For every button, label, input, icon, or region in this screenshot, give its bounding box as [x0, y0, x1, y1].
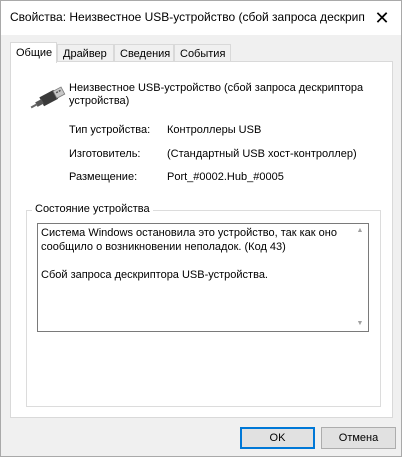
device-type-label: Тип устройства: — [69, 124, 151, 136]
tab-general[interactable]: Общие — [10, 42, 57, 63]
location-value: Port_#0002.Hub_#0005 — [167, 171, 284, 183]
tab-events[interactable]: События — [174, 44, 231, 62]
scroll-down-arrow-icon[interactable]: ▼ — [354, 319, 366, 329]
device-status-textbox[interactable]: Система Windows остановила это устройств… — [37, 223, 369, 332]
ok-button[interactable]: OK — [240, 427, 315, 449]
usb-connector-icon — [30, 86, 66, 109]
status-detail: Сбой запроса дескриптора USB-устройства. — [41, 269, 268, 281]
device-status-legend: Состояние устройства — [32, 203, 153, 215]
cancel-button[interactable]: Отмена — [321, 427, 396, 449]
device-type-value: Контроллеры USB — [167, 124, 262, 136]
close-icon[interactable]: ✕ — [371, 7, 393, 29]
scroll-up-arrow-icon[interactable]: ▲ — [354, 226, 366, 236]
device-name: Неизвестное USB-устройство (сбой запроса… — [69, 82, 364, 107]
title-bar: Свойства: Неизвестное USB-устройство (сб… — [1, 1, 401, 35]
device-status-group: Состояние устройства Система Windows ост… — [26, 203, 381, 407]
properties-dialog: Свойства: Неизвестное USB-устройство (сб… — [0, 0, 402, 457]
location-label: Размещение: — [69, 171, 138, 183]
general-tab-panel: Неизвестное USB-устройство (сбой запроса… — [10, 61, 393, 418]
manufacturer-label: Изготовитель: — [69, 148, 141, 160]
status-message: Система Windows остановила это устройств… — [41, 227, 341, 253]
tab-details[interactable]: Сведения — [114, 44, 174, 62]
manufacturer-value: (Стандартный USB хост-контроллер) — [167, 148, 357, 160]
window-title: Свойства: Неизвестное USB-устройство (сб… — [10, 10, 365, 24]
tab-driver[interactable]: Драйвер — [57, 44, 114, 62]
